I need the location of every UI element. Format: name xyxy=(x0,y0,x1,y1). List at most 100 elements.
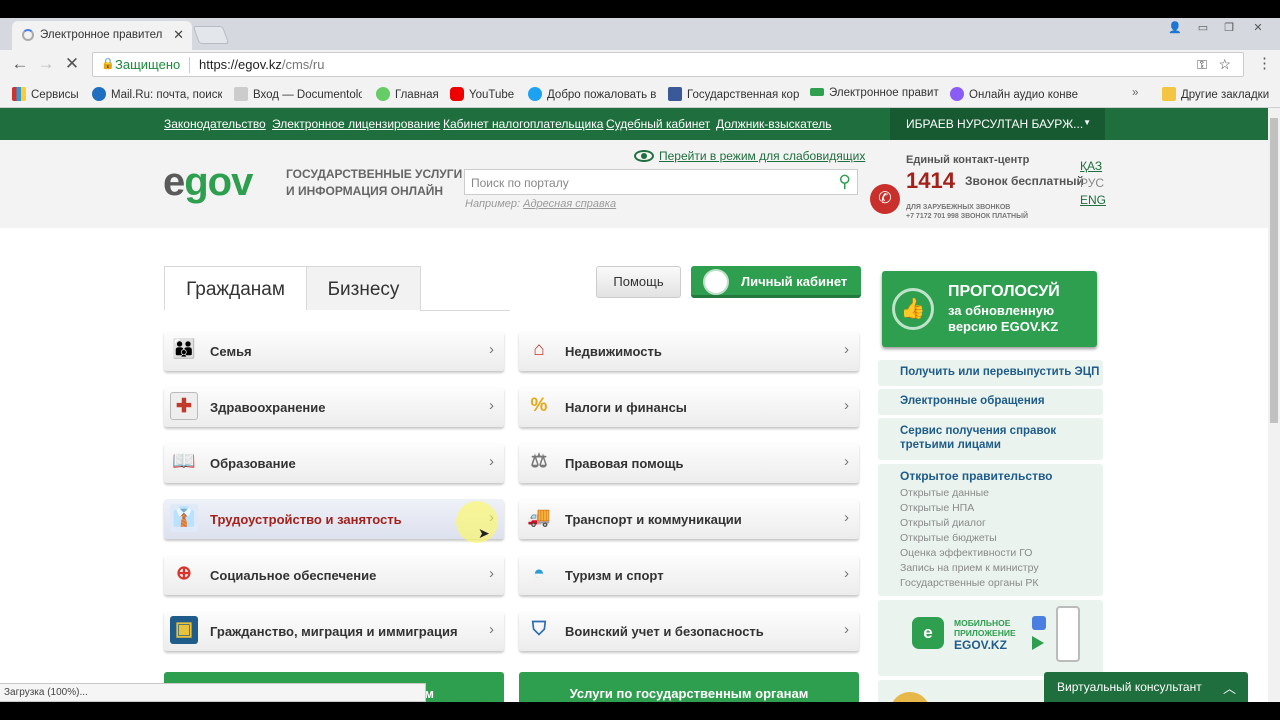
language-switcher: ҚАЗ РУС ENG xyxy=(1080,158,1106,209)
topnav-link-licensing[interactable]: Электронное лицензирование xyxy=(272,117,440,131)
category-legal-aid[interactable]: ⚖ Правовая помощь › xyxy=(519,443,859,483)
contact-number[interactable]: 1414 xyxy=(906,168,955,194)
mailru-icon xyxy=(92,87,106,101)
category-family[interactable]: 👪 Семья › xyxy=(164,331,504,371)
house-icon: ⌂ xyxy=(533,339,545,360)
category-education[interactable]: 📖 Образование › xyxy=(164,443,504,483)
topnav-link-court[interactable]: Судебный кабинет xyxy=(606,117,710,131)
bookmark-item[interactable]: Сервисы xyxy=(12,87,90,101)
category-taxes[interactable]: % Налоги и финансы › xyxy=(519,387,859,427)
visually-impaired-link[interactable]: Перейти в режим для слабовидящих xyxy=(634,149,865,163)
third-party-certificates-link[interactable]: Сервис получения справок третьими лицами xyxy=(878,418,1103,460)
tab-title: Электронное правител xyxy=(40,29,163,41)
user-menu[interactable]: ИБРАЕВ НУРСУЛТАН БАУРЖ... ▼ xyxy=(890,108,1105,140)
close-tab-icon[interactable]: ✕ xyxy=(173,27,184,43)
category-military[interactable]: ⛉ Воинский учет и безопасность › xyxy=(519,611,859,651)
dropdown-arrow-icon: ▼ xyxy=(1083,118,1091,127)
phone-icon: ✆ xyxy=(870,184,900,214)
open-gov-item[interactable]: Открытый диалог xyxy=(900,516,1103,531)
lang-eng[interactable]: ENG xyxy=(1080,192,1106,209)
browser-menu-icon[interactable]: ⋮ xyxy=(1257,54,1272,72)
close-window-icon[interactable]: ✕ xyxy=(1244,18,1272,38)
profile-icon[interactable]: 👤 xyxy=(1164,18,1186,38)
facebook-icon xyxy=(668,87,682,101)
category-healthcare[interactable]: ✚ Здравоохранение › xyxy=(164,387,504,427)
search-input[interactable]: Поиск по порталу ⚲ xyxy=(464,169,858,195)
bookmark-item[interactable]: Электронное правит xyxy=(810,87,940,99)
category-social-security[interactable]: ⊕ Социальное обеспечение › xyxy=(164,555,504,595)
bookmark-item[interactable]: Добро пожаловать в xyxy=(528,87,658,101)
contact-label: Единый контакт-центр xyxy=(906,154,1030,166)
eye-icon xyxy=(634,150,654,162)
cursor-highlight xyxy=(456,501,498,543)
scrollbar-thumb[interactable] xyxy=(1270,118,1278,423)
topnav-link-taxpayer[interactable]: Кабинет налогоплательщика xyxy=(443,117,603,131)
mobile-app-banner[interactable]: e МОБИЛЬНОЕ ПРИЛОЖЕНИЕ EGOV.KZ xyxy=(878,600,1103,676)
personal-cabinet-button[interactable]: Личный кабинет xyxy=(691,266,861,298)
virtual-consultant-button[interactable]: Виртуальный консультант ︿ xyxy=(1044,672,1248,702)
help-button[interactable]: Помощь xyxy=(596,266,681,298)
stop-loading-icon[interactable]: ✕ xyxy=(60,54,84,74)
chevron-up-icon: ︿ xyxy=(1222,681,1236,696)
category-citizenship[interactable]: ▣ Гражданство, миграция и иммиграция › xyxy=(164,611,504,651)
open-government-panel: Открытое правительство Открытые данные О… xyxy=(878,464,1103,596)
bookmark-item[interactable]: Вход — Documentolog xyxy=(234,87,362,101)
home-site-icon xyxy=(376,87,390,101)
egov-logo[interactable]: egov xyxy=(163,160,253,205)
chevron-right-icon: › xyxy=(489,565,494,582)
other-bookmarks[interactable]: Другие закладки xyxy=(1162,87,1272,101)
address-bar[interactable]: 🔒 Защищено https://egov.kz/cms/ru ⚿ ☆ xyxy=(92,52,1244,77)
category-tourism[interactable]: ◓ Туризм и спорт › xyxy=(519,555,859,595)
category-transport[interactable]: 🚚 Транспорт и коммуникации › xyxy=(519,499,859,539)
chevron-right-icon: › xyxy=(844,341,849,358)
google-play-icon[interactable] xyxy=(1032,636,1044,650)
browser-tab[interactable]: Электронное правител ✕ xyxy=(12,21,192,50)
smartphone-icon xyxy=(1056,606,1080,662)
lang-kaz[interactable]: ҚАЗ xyxy=(1080,158,1106,175)
forward-arrow-icon[interactable]: → xyxy=(34,54,58,74)
lang-rus[interactable]: РУС xyxy=(1080,175,1106,192)
back-arrow-icon[interactable]: ← xyxy=(8,54,32,74)
app-store-icon[interactable] xyxy=(1032,616,1046,630)
chevron-right-icon: › xyxy=(489,621,494,638)
tab-business[interactable]: Бизнесу xyxy=(306,266,421,310)
open-gov-item[interactable]: Государственные органы РК xyxy=(900,576,1103,591)
apps-grid-icon xyxy=(12,87,26,101)
open-gov-item[interactable]: Открытые данные xyxy=(900,486,1103,501)
example-link[interactable]: Адресная справка xyxy=(523,198,616,210)
page-scrollbar[interactable] xyxy=(1268,108,1280,702)
bookmark-item[interactable]: Государственная кор xyxy=(668,87,800,101)
category-real-estate[interactable]: ⌂ Недвижимость › xyxy=(519,331,859,371)
bookmark-item[interactable]: Онлайн аудио конве xyxy=(950,87,1080,101)
egov-app-icon: e xyxy=(912,617,944,649)
more-bookmarks-icon[interactable]: » xyxy=(1132,87,1146,99)
truck-icon: 🚚 xyxy=(527,507,551,528)
topnav-link-legislation[interactable]: Законодательство xyxy=(164,117,266,131)
open-government-title[interactable]: Открытое правительство xyxy=(900,469,1103,483)
url-path: /cms/ru xyxy=(281,57,325,72)
search-icon[interactable]: ⚲ xyxy=(839,172,851,192)
new-tab-button[interactable] xyxy=(192,26,230,44)
category-employment[interactable]: 👔Трудоустройство и занятость› xyxy=(164,499,504,539)
minimize-icon[interactable]: ▭ xyxy=(1192,18,1214,38)
open-gov-item[interactable]: Запись на прием к министру xyxy=(900,561,1103,576)
open-gov-item[interactable]: Оценка эффективности ГО xyxy=(900,546,1103,561)
bookmark-star-icon[interactable]: ☆ xyxy=(1218,53,1231,76)
percent-icon: % xyxy=(530,395,548,416)
key-icon[interactable]: ⚿ xyxy=(1197,53,1207,76)
services-by-agency-bar[interactable]: Услуги по государственным органам xyxy=(519,672,859,702)
vote-banner[interactable]: 👍 ПРОГОЛОСУЙ за обновленную версию EGOV.K… xyxy=(882,271,1097,347)
user-name: ИБРАЕВ НУРСУЛТАН БАУРЖ... xyxy=(906,117,1084,131)
address-url[interactable]: https://egov.kz/cms/ru xyxy=(199,53,324,76)
open-gov-item[interactable]: Открытые бюджеты xyxy=(900,531,1103,546)
ecp-link[interactable]: Получить или перевыпустить ЭЦП xyxy=(878,360,1103,386)
bookmark-item[interactable]: Mail.Ru: почта, поиск xyxy=(92,87,222,101)
restore-icon[interactable]: ❐ xyxy=(1218,18,1240,38)
bookmark-item[interactable]: Главная xyxy=(376,87,442,101)
bookmark-item[interactable]: YouTube xyxy=(450,87,522,101)
bookmarks-bar: Сервисы Mail.Ru: почта, поиск Вход — Doc… xyxy=(0,80,1280,108)
tab-citizens[interactable]: Гражданам xyxy=(164,266,307,310)
topnav-link-debtor[interactable]: Должник-взыскатель xyxy=(716,117,831,131)
open-gov-item[interactable]: Открытые НПА xyxy=(900,501,1103,516)
e-appeals-link[interactable]: Электронные обращения xyxy=(878,389,1103,415)
